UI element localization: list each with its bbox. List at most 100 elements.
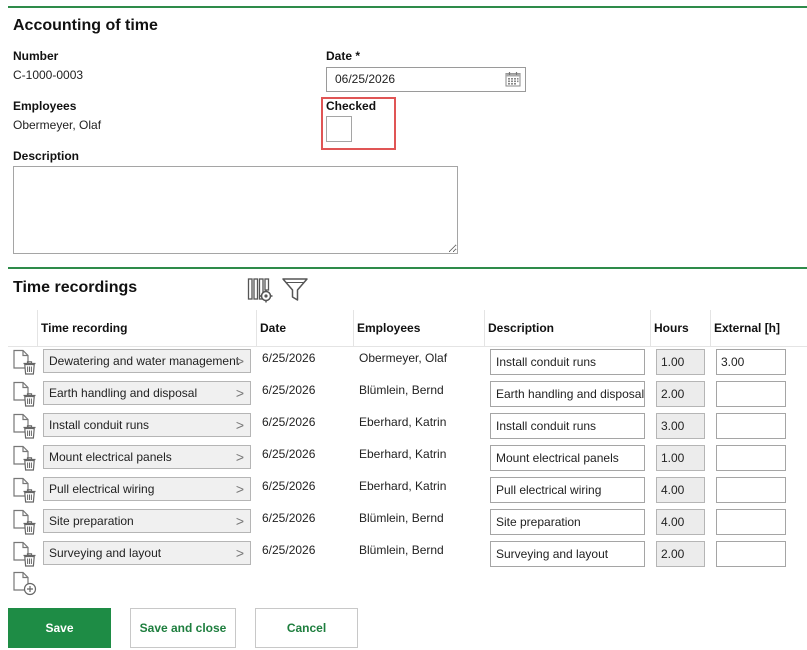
employee-cell: Eberhard, Katrin bbox=[359, 415, 447, 429]
delete-document-icon[interactable] bbox=[12, 445, 38, 471]
time-recording-value: Pull electrical wiring bbox=[49, 482, 155, 496]
hours-field: 4.00 bbox=[656, 509, 705, 535]
chevron-right-icon[interactable]: > bbox=[236, 382, 244, 404]
delete-document-icon[interactable] bbox=[12, 509, 38, 535]
chevron-right-icon[interactable]: > bbox=[236, 414, 244, 436]
section-divider bbox=[8, 267, 807, 269]
column-divider bbox=[710, 310, 711, 346]
employee-cell: Blümlein, Bernd bbox=[359, 511, 444, 525]
employees-label: Employees bbox=[13, 99, 77, 113]
date-label: Date * bbox=[326, 49, 361, 63]
delete-document-icon[interactable] bbox=[12, 349, 38, 375]
table-row: Dewatering and water management > 6/25/20… bbox=[0, 347, 807, 379]
description-input[interactable]: Earth handling and disposal bbox=[490, 381, 645, 407]
time-recording-field[interactable]: Earth handling and disposal > bbox=[43, 381, 251, 405]
calendar-icon[interactable] bbox=[505, 71, 521, 87]
date-field[interactable]: 06/25/2026 bbox=[326, 67, 526, 92]
chevron-right-icon[interactable]: > bbox=[236, 542, 244, 564]
table-row: Pull electrical wiring > 6/25/2026 Eberha… bbox=[0, 475, 807, 507]
page-title: Accounting of time bbox=[13, 17, 158, 34]
time-recording-value: Site preparation bbox=[49, 514, 134, 528]
top-divider bbox=[8, 6, 807, 8]
number-label: Number bbox=[13, 49, 59, 63]
hours-field: 3.00 bbox=[656, 413, 705, 439]
column-divider bbox=[256, 310, 257, 346]
chevron-right-icon[interactable]: > bbox=[236, 478, 244, 500]
column-divider bbox=[353, 310, 354, 346]
column-divider bbox=[650, 310, 651, 346]
external-hours-input[interactable]: 3.00 bbox=[716, 349, 786, 375]
column-header-description[interactable]: Description bbox=[488, 321, 554, 335]
description-input[interactable]: Site preparation bbox=[490, 509, 645, 535]
delete-document-icon[interactable] bbox=[12, 541, 38, 567]
filter-icon[interactable] bbox=[281, 277, 309, 303]
date-field-value: 06/25/2026 bbox=[335, 72, 396, 86]
employee-cell: Blümlein, Bernd bbox=[359, 383, 444, 397]
column-header-time-recording[interactable]: Time recording bbox=[41, 321, 127, 335]
column-header-date[interactable]: Date bbox=[260, 321, 286, 335]
hours-field: 1.00 bbox=[656, 349, 705, 375]
chevron-right-icon[interactable]: > bbox=[236, 510, 244, 532]
external-hours-input[interactable] bbox=[716, 477, 786, 503]
employee-cell: Obermeyer, Olaf bbox=[359, 351, 448, 365]
external-hours-input[interactable] bbox=[716, 413, 786, 439]
employee-cell: Eberhard, Katrin bbox=[359, 447, 447, 461]
time-recording-field[interactable]: Surveying and layout > bbox=[43, 541, 251, 565]
checked-checkbox[interactable] bbox=[326, 116, 352, 142]
save-button[interactable]: Save bbox=[8, 608, 111, 648]
table-row: Site preparation > 6/25/2026 Blümlein, Be… bbox=[0, 507, 807, 539]
table-row: Surveying and layout > 6/25/2026 Blümlein… bbox=[0, 539, 807, 571]
external-hours-input[interactable] bbox=[716, 445, 786, 471]
time-recording-value: Install conduit runs bbox=[49, 418, 150, 432]
time-recording-field[interactable]: Site preparation > bbox=[43, 509, 251, 533]
external-hours-input[interactable] bbox=[716, 509, 786, 535]
date-cell: 6/25/2026 bbox=[262, 351, 316, 365]
column-divider bbox=[484, 310, 485, 346]
column-settings-icon[interactable] bbox=[247, 277, 273, 303]
column-divider bbox=[37, 310, 38, 346]
time-recording-value: Dewatering and water management bbox=[49, 354, 240, 368]
hours-field: 4.00 bbox=[656, 477, 705, 503]
description-textarea[interactable] bbox=[13, 166, 458, 254]
date-cell: 6/25/2026 bbox=[262, 511, 316, 525]
date-cell: 6/25/2026 bbox=[262, 543, 316, 557]
date-cell: 6/25/2026 bbox=[262, 447, 316, 461]
time-recording-field[interactable]: Mount electrical panels > bbox=[43, 445, 251, 469]
table-row: Earth handling and disposal > 6/25/2026 B… bbox=[0, 379, 807, 411]
save-and-close-button[interactable]: Save and close bbox=[130, 608, 236, 648]
add-document-icon[interactable] bbox=[12, 571, 38, 597]
hours-field: 2.00 bbox=[656, 381, 705, 407]
hours-field: 1.00 bbox=[656, 445, 705, 471]
time-recording-field[interactable]: Pull electrical wiring > bbox=[43, 477, 251, 501]
time-recording-value: Mount electrical panels bbox=[49, 450, 172, 464]
employees-value: Obermeyer, Olaf bbox=[13, 118, 102, 132]
description-input[interactable]: Mount electrical panels bbox=[490, 445, 645, 471]
description-input[interactable]: Install conduit runs bbox=[490, 413, 645, 439]
delete-document-icon[interactable] bbox=[12, 477, 38, 503]
cancel-button[interactable]: Cancel bbox=[255, 608, 358, 648]
date-cell: 6/25/2026 bbox=[262, 479, 316, 493]
delete-document-icon[interactable] bbox=[12, 413, 38, 439]
column-header-hours[interactable]: Hours bbox=[654, 321, 689, 335]
table-row: Mount electrical panels > 6/25/2026 Eberh… bbox=[0, 443, 807, 475]
checked-label: Checked bbox=[326, 99, 377, 113]
time-recording-value: Earth handling and disposal bbox=[49, 386, 198, 400]
description-input[interactable]: Install conduit runs bbox=[490, 349, 645, 375]
hours-field: 2.00 bbox=[656, 541, 705, 567]
time-recording-field[interactable]: Install conduit runs > bbox=[43, 413, 251, 437]
employee-cell: Blümlein, Bernd bbox=[359, 543, 444, 557]
external-hours-input[interactable] bbox=[716, 381, 786, 407]
description-input[interactable]: Surveying and layout bbox=[490, 541, 645, 567]
employee-cell: Eberhard, Katrin bbox=[359, 479, 447, 493]
column-header-external[interactable]: External [h] bbox=[714, 321, 780, 335]
description-input[interactable]: Pull electrical wiring bbox=[490, 477, 645, 503]
description-label: Description bbox=[13, 149, 80, 163]
chevron-right-icon[interactable]: > bbox=[236, 446, 244, 468]
date-cell: 6/25/2026 bbox=[262, 383, 316, 397]
time-recording-field[interactable]: Dewatering and water management > bbox=[43, 349, 251, 373]
external-hours-input[interactable] bbox=[716, 541, 786, 567]
number-value: C-1000-0003 bbox=[13, 68, 84, 82]
chevron-right-icon[interactable]: > bbox=[236, 350, 244, 372]
column-header-employees[interactable]: Employees bbox=[357, 321, 420, 335]
delete-document-icon[interactable] bbox=[12, 381, 38, 407]
